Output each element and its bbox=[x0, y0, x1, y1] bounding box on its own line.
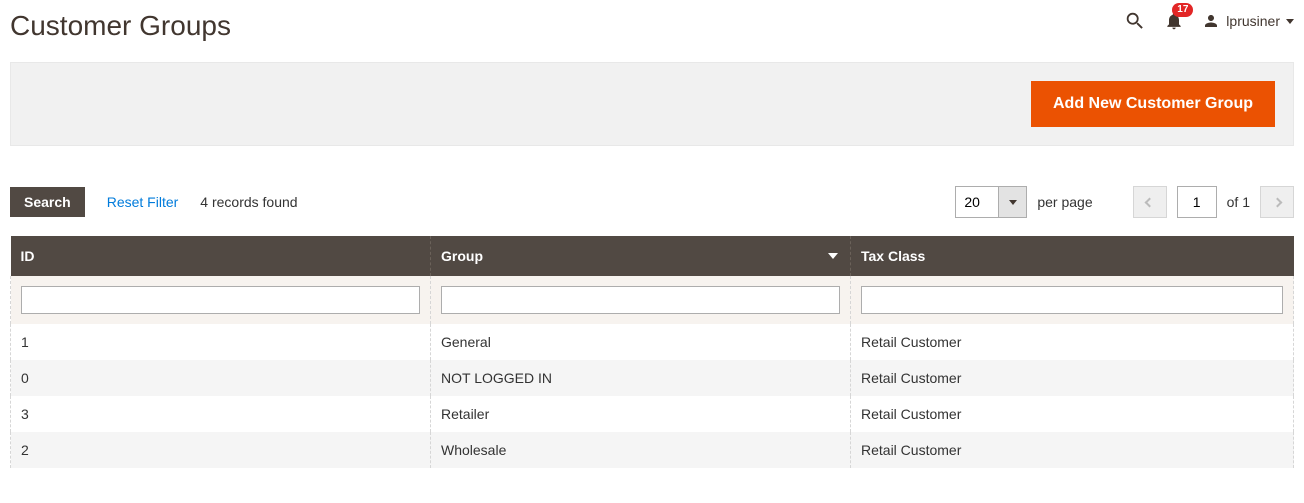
filter-id-input[interactable] bbox=[21, 286, 420, 314]
header-actions: 17 lprusiner bbox=[1124, 10, 1294, 32]
notification-bell-icon[interactable]: 17 bbox=[1164, 11, 1184, 31]
sort-desc-icon bbox=[828, 253, 838, 259]
filter-group-input[interactable] bbox=[441, 286, 840, 314]
cell-group: NOT LOGGED IN bbox=[431, 360, 851, 396]
next-page-button[interactable] bbox=[1260, 186, 1294, 218]
cell-tax_class: Retail Customer bbox=[851, 360, 1294, 396]
page-title: Customer Groups bbox=[10, 10, 231, 42]
table-row[interactable]: 1GeneralRetail Customer bbox=[11, 324, 1294, 360]
table-row[interactable]: 3RetailerRetail Customer bbox=[11, 396, 1294, 432]
per-page-select[interactable] bbox=[955, 186, 1027, 218]
chevron-down-icon bbox=[1286, 19, 1294, 24]
cell-group: Retailer bbox=[431, 396, 851, 432]
chevron-down-icon bbox=[1009, 200, 1017, 205]
username-label: lprusiner bbox=[1226, 13, 1280, 29]
chevron-left-icon bbox=[1145, 197, 1155, 207]
table-row[interactable]: 2WholesaleRetail Customer bbox=[11, 432, 1294, 468]
per-page-input[interactable] bbox=[956, 187, 998, 217]
column-header-id[interactable]: ID bbox=[11, 236, 431, 276]
of-label: of 1 bbox=[1227, 194, 1250, 210]
cell-tax_class: Retail Customer bbox=[851, 396, 1294, 432]
cell-id: 0 bbox=[11, 360, 431, 396]
grid-controls: Search Reset Filter 4 records found per … bbox=[10, 186, 1294, 218]
column-header-group[interactable]: Group bbox=[431, 236, 851, 276]
cell-id: 2 bbox=[11, 432, 431, 468]
cell-group: Wholesale bbox=[431, 432, 851, 468]
user-menu[interactable]: lprusiner bbox=[1202, 12, 1294, 30]
table-row[interactable]: 0NOT LOGGED INRetail Customer bbox=[11, 360, 1294, 396]
cell-id: 3 bbox=[11, 396, 431, 432]
search-button[interactable]: Search bbox=[10, 187, 85, 217]
cell-tax_class: Retail Customer bbox=[851, 324, 1294, 360]
prev-page-button[interactable] bbox=[1133, 186, 1167, 218]
column-header-tax-class[interactable]: Tax Class bbox=[851, 236, 1294, 276]
action-bar: Add New Customer Group bbox=[10, 62, 1294, 146]
per-page-label: per page bbox=[1037, 194, 1092, 210]
search-icon[interactable] bbox=[1124, 10, 1146, 32]
cell-tax_class: Retail Customer bbox=[851, 432, 1294, 468]
user-icon bbox=[1202, 12, 1220, 30]
records-found-label: 4 records found bbox=[200, 194, 297, 210]
filter-tax-class-input[interactable] bbox=[861, 286, 1283, 314]
add-new-customer-group-button[interactable]: Add New Customer Group bbox=[1031, 81, 1275, 127]
cell-id: 1 bbox=[11, 324, 431, 360]
chevron-right-icon bbox=[1272, 197, 1282, 207]
cell-group: General bbox=[431, 324, 851, 360]
current-page-input[interactable] bbox=[1177, 186, 1217, 218]
notification-badge: 17 bbox=[1172, 3, 1193, 17]
customer-groups-table: ID Group Tax Class 1GeneralRetail Custom… bbox=[10, 236, 1294, 468]
per-page-dropdown-toggle[interactable] bbox=[998, 187, 1026, 217]
reset-filter-link[interactable]: Reset Filter bbox=[107, 194, 179, 210]
